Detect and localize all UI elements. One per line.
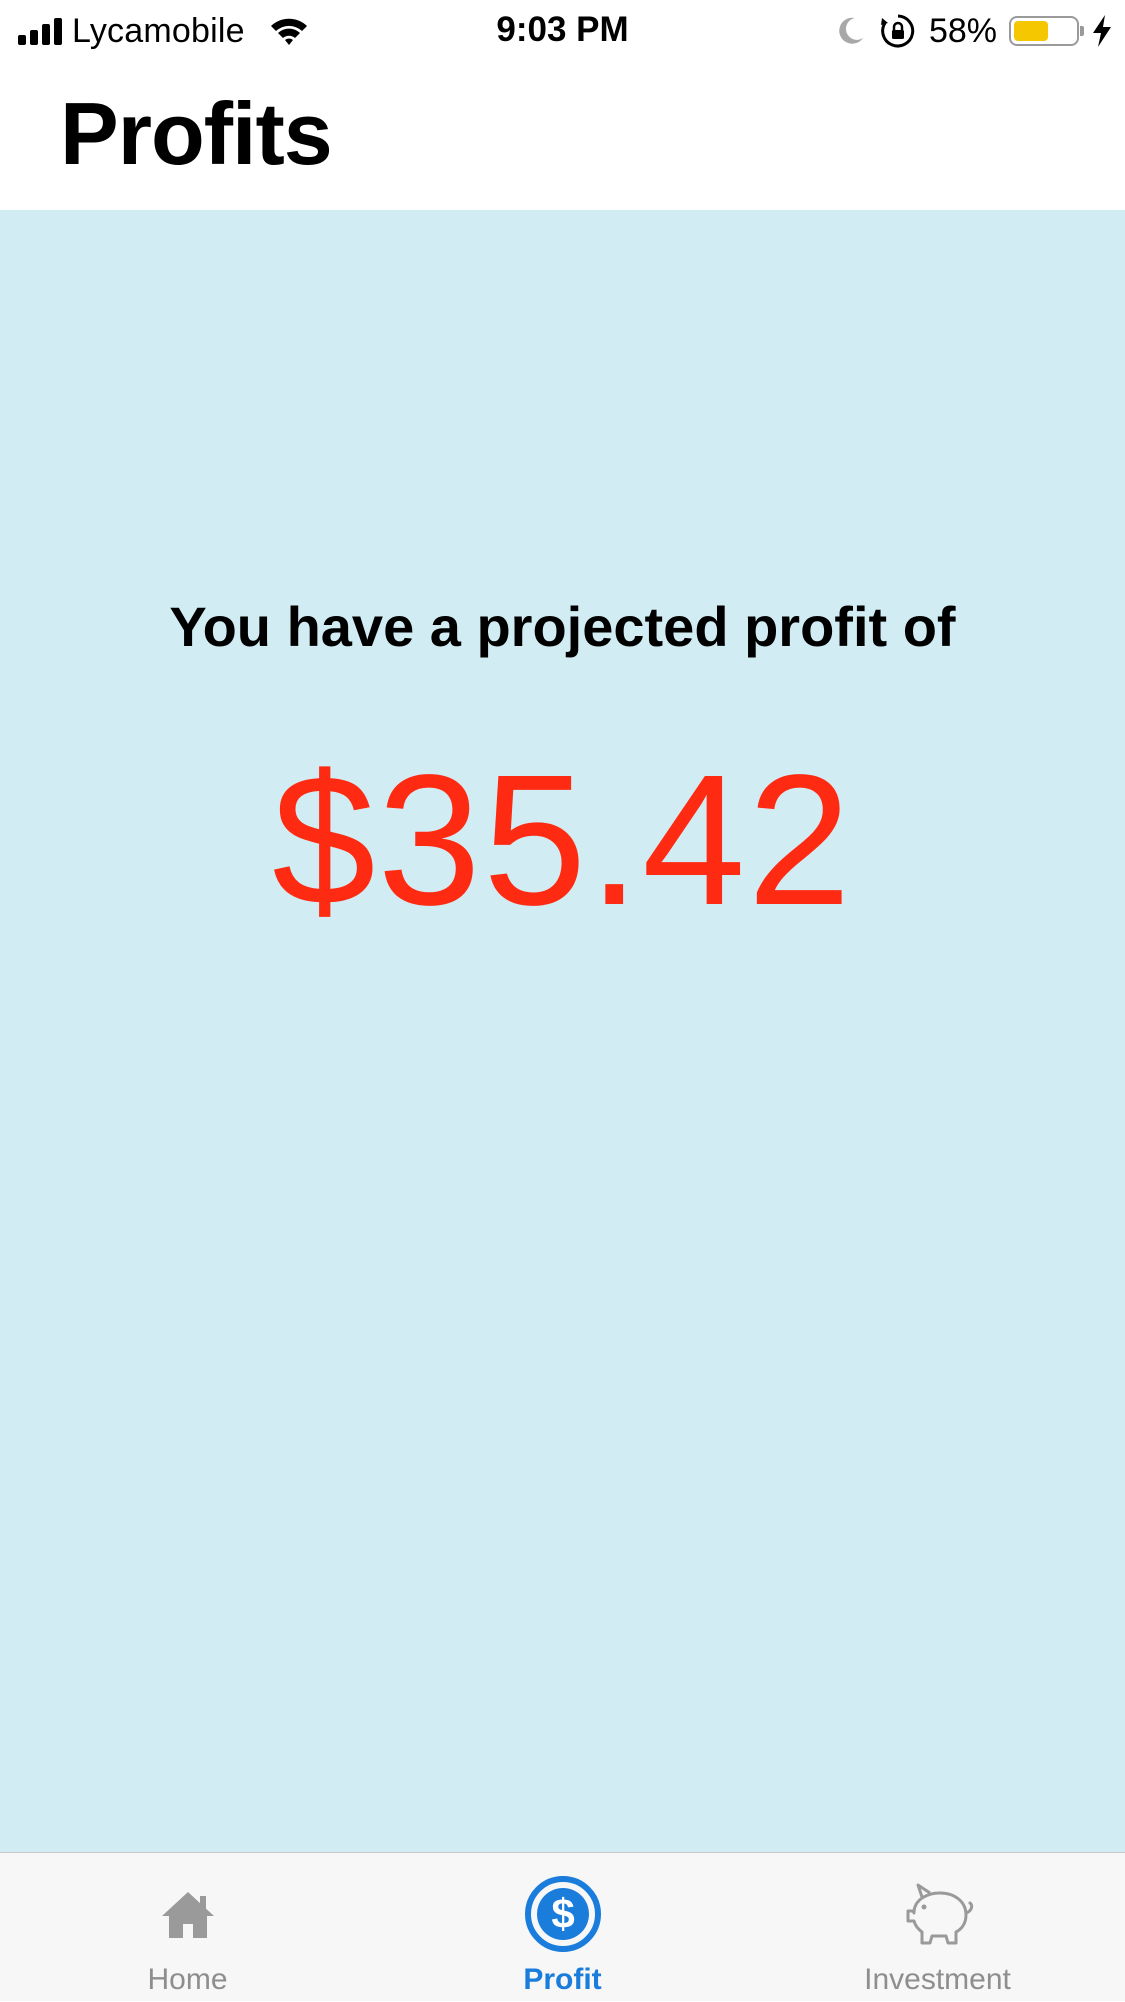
svg-text:$: $	[551, 1890, 574, 1937]
battery-level	[1014, 21, 1048, 41]
battery-nub	[1080, 26, 1084, 36]
profit-panel: You have a projected profit of $35.42	[0, 210, 1125, 1852]
piggy-bank-icon	[898, 1875, 978, 1953]
dollar-circle-icon: $	[523, 1875, 603, 1953]
tab-bar: Home $ Profit Investment	[0, 1852, 1125, 2001]
page-title: Profits	[60, 84, 333, 183]
tab-investment[interactable]: Investment	[750, 1853, 1125, 2002]
projected-profit-value: $35.42	[272, 737, 853, 944]
house-icon	[148, 1875, 228, 1953]
tab-investment-label: Investment	[864, 1963, 1011, 1996]
status-bar: Lycamobile 9:03 PM 58%	[0, 0, 1125, 62]
tab-home[interactable]: Home	[0, 1853, 375, 2002]
tab-profit-label: Profit	[523, 1963, 602, 1996]
page-header: Profits	[0, 62, 1125, 210]
moon-icon	[839, 17, 863, 44]
orientation-lock-icon	[880, 14, 915, 48]
tab-profit[interactable]: $ Profit	[375, 1853, 750, 2002]
status-right: 58%	[833, 8, 1113, 54]
battery-percent: 58%	[928, 11, 997, 50]
battery-icon	[1009, 16, 1084, 46]
charging-bolt-icon	[1093, 15, 1111, 47]
projected-profit-label: You have a projected profit of	[169, 595, 956, 658]
tab-home-label: Home	[147, 1963, 228, 1996]
